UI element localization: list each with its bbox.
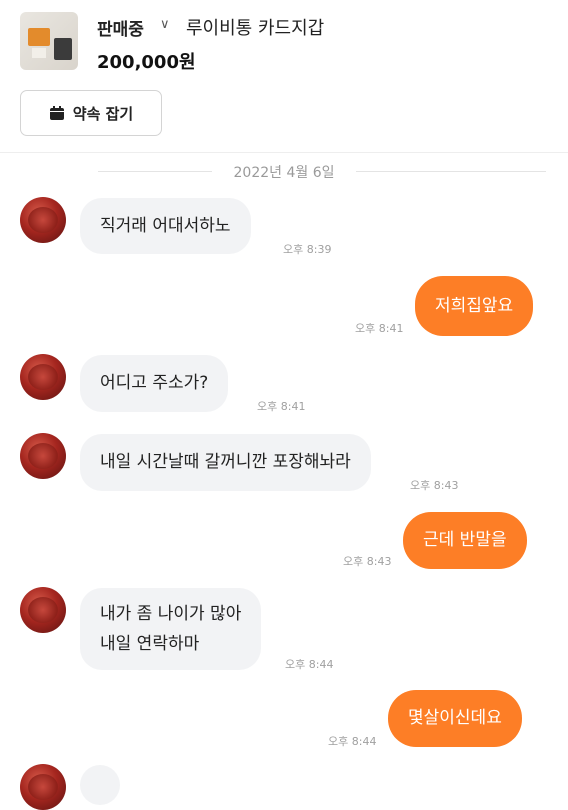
header-divider: [0, 152, 568, 153]
message-text-line: 내가 좀 나이가 많아: [100, 604, 242, 624]
message-text: 어디고 주소가?: [100, 373, 209, 393]
sale-status[interactable]: 판매중: [97, 15, 144, 40]
message-text-line: 내일 연락하마: [100, 634, 200, 654]
message-time: 오후 8:43: [410, 479, 459, 492]
item-price: 200,000원: [97, 52, 196, 73]
message-text: 저희집앞요: [435, 295, 514, 316]
product-thumbnail[interactable]: [20, 12, 78, 70]
chevron-down-icon[interactable]: ∨: [160, 17, 170, 32]
wallet-image: [28, 28, 50, 46]
avatar[interactable]: [20, 197, 66, 243]
avatar[interactable]: [20, 433, 66, 479]
date-line-right: [356, 171, 546, 172]
make-appointment-button[interactable]: 약속 잡기: [20, 90, 162, 136]
message-bubble-incoming[interactable]: 어디고 주소가?: [80, 355, 229, 412]
message-time: 오후 8:44: [328, 735, 377, 748]
message-bubble-outgoing[interactable]: 몇살이신데요: [388, 690, 522, 747]
message-time: 오후 8:39: [283, 243, 332, 256]
calendar-icon: [49, 106, 65, 120]
avatar[interactable]: [20, 354, 66, 400]
message-bubble-outgoing[interactable]: 근데 반말을: [403, 512, 527, 569]
item-title: 루이비통 카드지갑: [186, 18, 325, 39]
avatar[interactable]: [20, 587, 66, 633]
date-divider: 2022년 4월 6일: [0, 160, 568, 184]
message-bubble-incoming[interactable]: 내가 좀 나이가 많아 내일 연락하마: [80, 588, 262, 670]
box-image: [54, 38, 72, 60]
message-text: 직거래 어대서하노: [100, 215, 231, 236]
date-label: 2022년 4월 6일: [233, 165, 335, 181]
message-bubble-incoming[interactable]: 직거래 어대서하노: [80, 198, 251, 254]
appointment-label: 약속 잡기: [72, 104, 134, 123]
card-image: [32, 48, 46, 58]
message-time: 오후 8:43: [343, 555, 392, 568]
message-time: 오후 8:41: [257, 400, 306, 413]
message-time: 오후 8:44: [285, 658, 334, 671]
message-time: 오후 8:41: [355, 322, 404, 335]
message-text: 몇살이신데요: [408, 708, 502, 728]
message-bubble-incoming[interactable]: [80, 765, 120, 805]
product-header: 판매중 ∨ 루이비통 카드지갑 200,000원 약속 잡기: [0, 0, 568, 152]
message-bubble-incoming[interactable]: 내일 시간날때 갈꺼니깐 포장해놔라: [80, 434, 371, 491]
message-text: 근데 반말을: [423, 530, 507, 550]
avatar[interactable]: [20, 764, 66, 810]
message-text: 내일 시간날때 갈꺼니깐 포장해놔라: [100, 452, 351, 472]
message-bubble-outgoing[interactable]: 저희집앞요: [415, 276, 534, 336]
